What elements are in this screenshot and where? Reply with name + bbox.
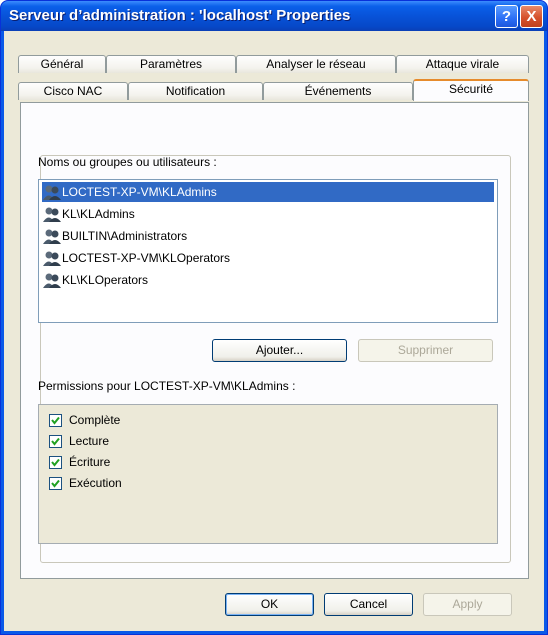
- tab-attaque-virale[interactable]: Attaque virale: [396, 55, 529, 73]
- users-label: Noms ou groupes ou utilisateurs :: [38, 155, 217, 169]
- tab-parametres[interactable]: Paramètres: [106, 55, 236, 73]
- permission-label: Exécution: [69, 476, 122, 490]
- list-item[interactable]: KL\KLOperators: [42, 270, 494, 290]
- user-name: KL\KLAdmins: [62, 207, 135, 221]
- tab-securite[interactable]: Sécurité: [413, 79, 529, 101]
- user-name: LOCTEST-XP-VM\KLAdmins: [62, 185, 217, 199]
- permission-label: Écriture: [69, 455, 111, 469]
- cancel-button[interactable]: Cancel: [324, 593, 413, 616]
- tab-analyser-reseau[interactable]: Analyser le réseau: [236, 55, 396, 73]
- user-group-icon: [43, 228, 61, 245]
- write-checkbox[interactable]: [49, 456, 62, 469]
- user-group-icon: [43, 272, 61, 289]
- list-item[interactable]: LOCTEST-XP-VM\KLOperators: [42, 248, 494, 268]
- list-item[interactable]: KL\KLAdmins: [42, 204, 494, 224]
- permission-label: Complète: [69, 413, 121, 427]
- user-group-icon: [43, 184, 61, 201]
- window-title: Serveur d’administration : 'localhost' P…: [9, 7, 351, 24]
- apply-button[interactable]: Apply: [423, 593, 512, 616]
- remove-button[interactable]: Supprimer: [358, 339, 493, 362]
- execute-checkbox[interactable]: [49, 477, 62, 490]
- list-item[interactable]: BUILTIN\Administrators: [42, 226, 494, 246]
- users-list[interactable]: LOCTEST-XP-VM\KLAdmins KL\KLAdmins BUILT…: [38, 179, 498, 323]
- tab-cisco-nac[interactable]: Cisco NAC: [18, 82, 128, 100]
- user-group-icon: [43, 206, 61, 223]
- user-name: LOCTEST-XP-VM\KLOperators: [62, 251, 231, 265]
- user-name: KL\KLOperators: [62, 273, 149, 287]
- help-button[interactable]: ?: [495, 5, 518, 28]
- close-button[interactable]: X: [520, 5, 543, 28]
- add-button[interactable]: Ajouter...: [212, 339, 347, 362]
- list-item[interactable]: LOCTEST-XP-VM\KLAdmins: [42, 182, 494, 202]
- title-bar[interactable]: Serveur d’administration : 'localhost' P…: [1, 1, 547, 31]
- tab-row-front: Cisco NAC Notification Événements Sécuri…: [4, 74, 544, 101]
- permission-label: Lecture: [69, 434, 110, 448]
- tab-row-back: Général Paramètres Analyser le réseau At…: [4, 55, 544, 74]
- tab-notification[interactable]: Notification: [128, 82, 263, 100]
- permissions-label: Permissions pour LOCTEST-XP-VM\KLAdmins …: [38, 379, 296, 393]
- tab-evenements[interactable]: Événements: [263, 82, 413, 100]
- user-name: BUILTIN\Administrators: [62, 229, 188, 243]
- properties-dialog: Serveur d’administration : 'localhost' P…: [0, 0, 548, 635]
- read-checkbox[interactable]: [49, 435, 62, 448]
- permissions-list: Complète Lecture Écriture Exécution: [38, 404, 498, 544]
- full-control-checkbox[interactable]: [49, 414, 62, 427]
- user-group-icon: [43, 250, 61, 267]
- tab-general[interactable]: Général: [18, 55, 106, 73]
- ok-button[interactable]: OK: [225, 593, 314, 616]
